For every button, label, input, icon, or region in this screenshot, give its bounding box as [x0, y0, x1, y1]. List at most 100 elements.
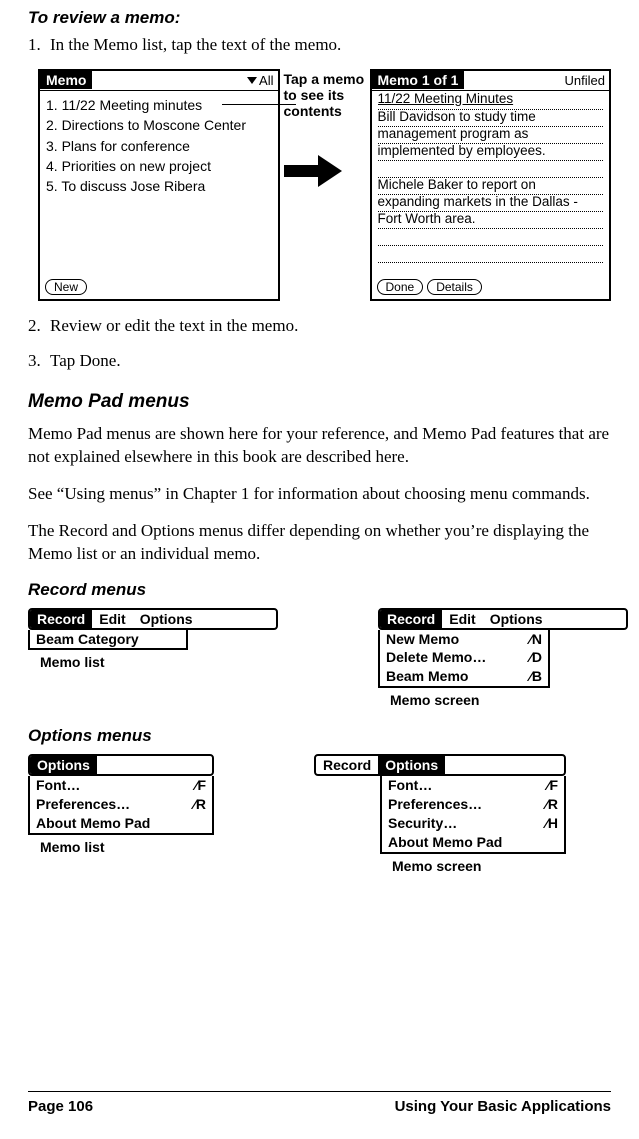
memo-line: [378, 229, 604, 246]
list-item[interactable]: 1. 11/22 Meeting minutes: [46, 95, 272, 115]
menu-caption: Memo list: [40, 839, 214, 855]
memo-line: [378, 246, 604, 263]
record-menus-row: Record Edit Options Beam Category Memo l…: [28, 608, 611, 709]
menubar: Record Edit Options: [378, 608, 628, 630]
menu-item-shortcut: ∕R: [546, 795, 558, 814]
para-1: Memo Pad menus are shown here for your r…: [28, 423, 611, 469]
menu-dropdown: Beam Category: [28, 630, 188, 651]
menu-item-about[interactable]: About Memo Pad: [30, 814, 212, 833]
page-footer: Page 106 Using Your Basic Applications: [28, 1091, 611, 1115]
menu-tab-options[interactable]: Options: [30, 756, 97, 774]
menu-item-font[interactable]: Font… ∕F: [30, 776, 212, 795]
options-menu-screen: Record Options Font… ∕F Preferences… ∕R …: [314, 754, 566, 874]
step-3-num: 3.: [28, 350, 50, 373]
menu-item-security[interactable]: Security… ∕H: [382, 814, 564, 833]
menu-tab-options[interactable]: Options: [483, 610, 550, 628]
menu-item-preferences[interactable]: Preferences… ∕R: [382, 795, 564, 814]
heading-options-menus: Options menus: [28, 726, 611, 746]
memo-list-body: 1. 11/22 Meeting minutes 2. Directions t…: [40, 91, 278, 200]
menu-tab-options[interactable]: Options: [133, 610, 200, 628]
menu-item-label: Delete Memo…: [386, 648, 486, 667]
menu-item-label: Beam Memo: [386, 667, 468, 686]
menu-dropdown: New Memo ∕N Delete Memo… ∕D Beam Memo ∕B: [378, 630, 550, 689]
memo-line: implemented by employees.: [378, 144, 604, 161]
details-button[interactable]: Details: [427, 279, 482, 295]
menu-item-delete-memo[interactable]: Delete Memo… ∕D: [380, 648, 548, 667]
memo-line: [378, 161, 604, 178]
menu-tab-record[interactable]: Record: [30, 610, 92, 628]
memo-line: Michele Baker to report on: [378, 178, 604, 195]
new-button[interactable]: New: [45, 279, 87, 295]
menu-item-label: Font…: [388, 776, 432, 795]
figure-mid-column: Tap a memo to see its contents: [284, 69, 366, 183]
footer-page-number: Page 106: [28, 1098, 93, 1115]
menu-item-preferences[interactable]: Preferences… ∕R: [30, 795, 212, 814]
heading-record-menus: Record menus: [28, 580, 611, 600]
memo-detail-category-text: Unfiled: [565, 73, 605, 88]
menu-caption: Memo list: [40, 654, 278, 670]
menubar: Record Options: [314, 754, 566, 776]
menu-item-new-memo[interactable]: New Memo ∕N: [380, 630, 548, 649]
figure-row: Memo All 1. 11/22 Meeting minutes 2. Dir…: [38, 69, 611, 301]
step-1-num: 1.: [28, 34, 50, 57]
menu-item-label: About Memo Pad: [36, 814, 150, 833]
memo-detail-screen: Memo 1 of 1 Unfiled 11/22 Meeting Minute…: [370, 69, 612, 301]
menu-item-shortcut: ∕R: [194, 795, 206, 814]
memo-line: management program as: [378, 127, 604, 144]
menu-item-label: Preferences…: [36, 795, 130, 814]
memo-detail-heading: 11/22 Meeting Minutes: [378, 93, 514, 109]
step-2-num: 2.: [28, 315, 50, 338]
callout-text: Tap a memo to see its contents: [284, 71, 366, 119]
list-item[interactable]: 3. Plans for conference: [46, 136, 272, 156]
menu-item-shortcut: ∕N: [530, 630, 542, 649]
menu-item-label: Beam Category: [36, 630, 139, 649]
memo-detail-category[interactable]: Unfiled: [565, 73, 609, 88]
memo-detail-buttons: Done Details: [377, 279, 482, 295]
menu-item-beam-memo[interactable]: Beam Memo ∕B: [380, 667, 548, 686]
dropdown-icon: [247, 77, 257, 84]
menu-caption: Memo screen: [392, 858, 566, 874]
step-1: 1.In the Memo list, tap the text of the …: [28, 34, 611, 57]
memo-list-category-text: All: [259, 73, 273, 88]
menu-item-beam-category[interactable]: Beam Category: [30, 630, 186, 649]
para-2: See “Using menus” in Chapter 1 for infor…: [28, 483, 611, 506]
menu-tab-record[interactable]: Record: [380, 610, 442, 628]
memo-line: expanding markets in the Dallas -: [378, 195, 604, 212]
memo-list-category[interactable]: All: [247, 73, 277, 88]
menu-tab-edit[interactable]: Edit: [442, 610, 482, 628]
menubar: Record Edit Options: [28, 608, 278, 630]
done-button[interactable]: Done: [377, 279, 424, 295]
list-item[interactable]: 2. Directions to Moscone Center: [46, 115, 272, 135]
memo-detail-titlebar: Memo 1 of 1 Unfiled: [372, 71, 610, 91]
menu-tab-edit[interactable]: Edit: [92, 610, 132, 628]
arrow-right-icon: [284, 159, 344, 183]
options-menus-row: Options Font… ∕F Preferences… ∕R About M…: [28, 754, 611, 874]
menu-tab-options[interactable]: Options: [378, 756, 445, 774]
record-menu-list: Record Edit Options Beam Category Memo l…: [28, 608, 278, 709]
para-3: The Record and Options menus differ depe…: [28, 520, 611, 566]
menu-caption: Memo screen: [390, 692, 628, 708]
menu-item-shortcut: ∕F: [547, 776, 558, 795]
menu-item-label: About Memo Pad: [388, 833, 502, 852]
memo-list-screen: Memo All 1. 11/22 Meeting minutes 2. Dir…: [38, 69, 280, 301]
step-2: 2.Review or edit the text in the memo.: [28, 315, 611, 338]
menu-item-label: Font…: [36, 776, 80, 795]
record-menu-screen: Record Edit Options New Memo ∕N Delete M…: [378, 608, 628, 709]
step-1-text: In the Memo list, tap the text of the me…: [50, 35, 341, 54]
memo-detail-body[interactable]: 11/22 Meeting Minutes Bill Davidson to s…: [372, 91, 610, 265]
memo-list-titlebar: Memo All: [40, 71, 278, 91]
options-menu-list: Options Font… ∕F Preferences… ∕R About M…: [28, 754, 214, 874]
footer-chapter-title: Using Your Basic Applications: [395, 1098, 611, 1115]
heading-memopad-menus: Memo Pad menus: [28, 391, 611, 413]
menu-dropdown: Font… ∕F Preferences… ∕R About Memo Pad: [28, 776, 214, 835]
memo-line: Bill Davidson to study time: [378, 110, 604, 127]
menu-tab-record[interactable]: Record: [316, 756, 378, 774]
menu-item-about[interactable]: About Memo Pad: [382, 833, 564, 852]
step-2-text: Review or edit the text in the memo.: [50, 316, 298, 335]
menu-item-shortcut: ∕F: [195, 776, 206, 795]
list-item[interactable]: 4. Priorities on new project: [46, 156, 272, 176]
menu-item-font[interactable]: Font… ∕F: [382, 776, 564, 795]
memo-detail-title: Memo 1 of 1: [372, 71, 465, 89]
menu-dropdown: Font… ∕F Preferences… ∕R Security… ∕H Ab…: [380, 776, 566, 854]
list-item[interactable]: 5. To discuss Jose Ribera: [46, 176, 272, 196]
